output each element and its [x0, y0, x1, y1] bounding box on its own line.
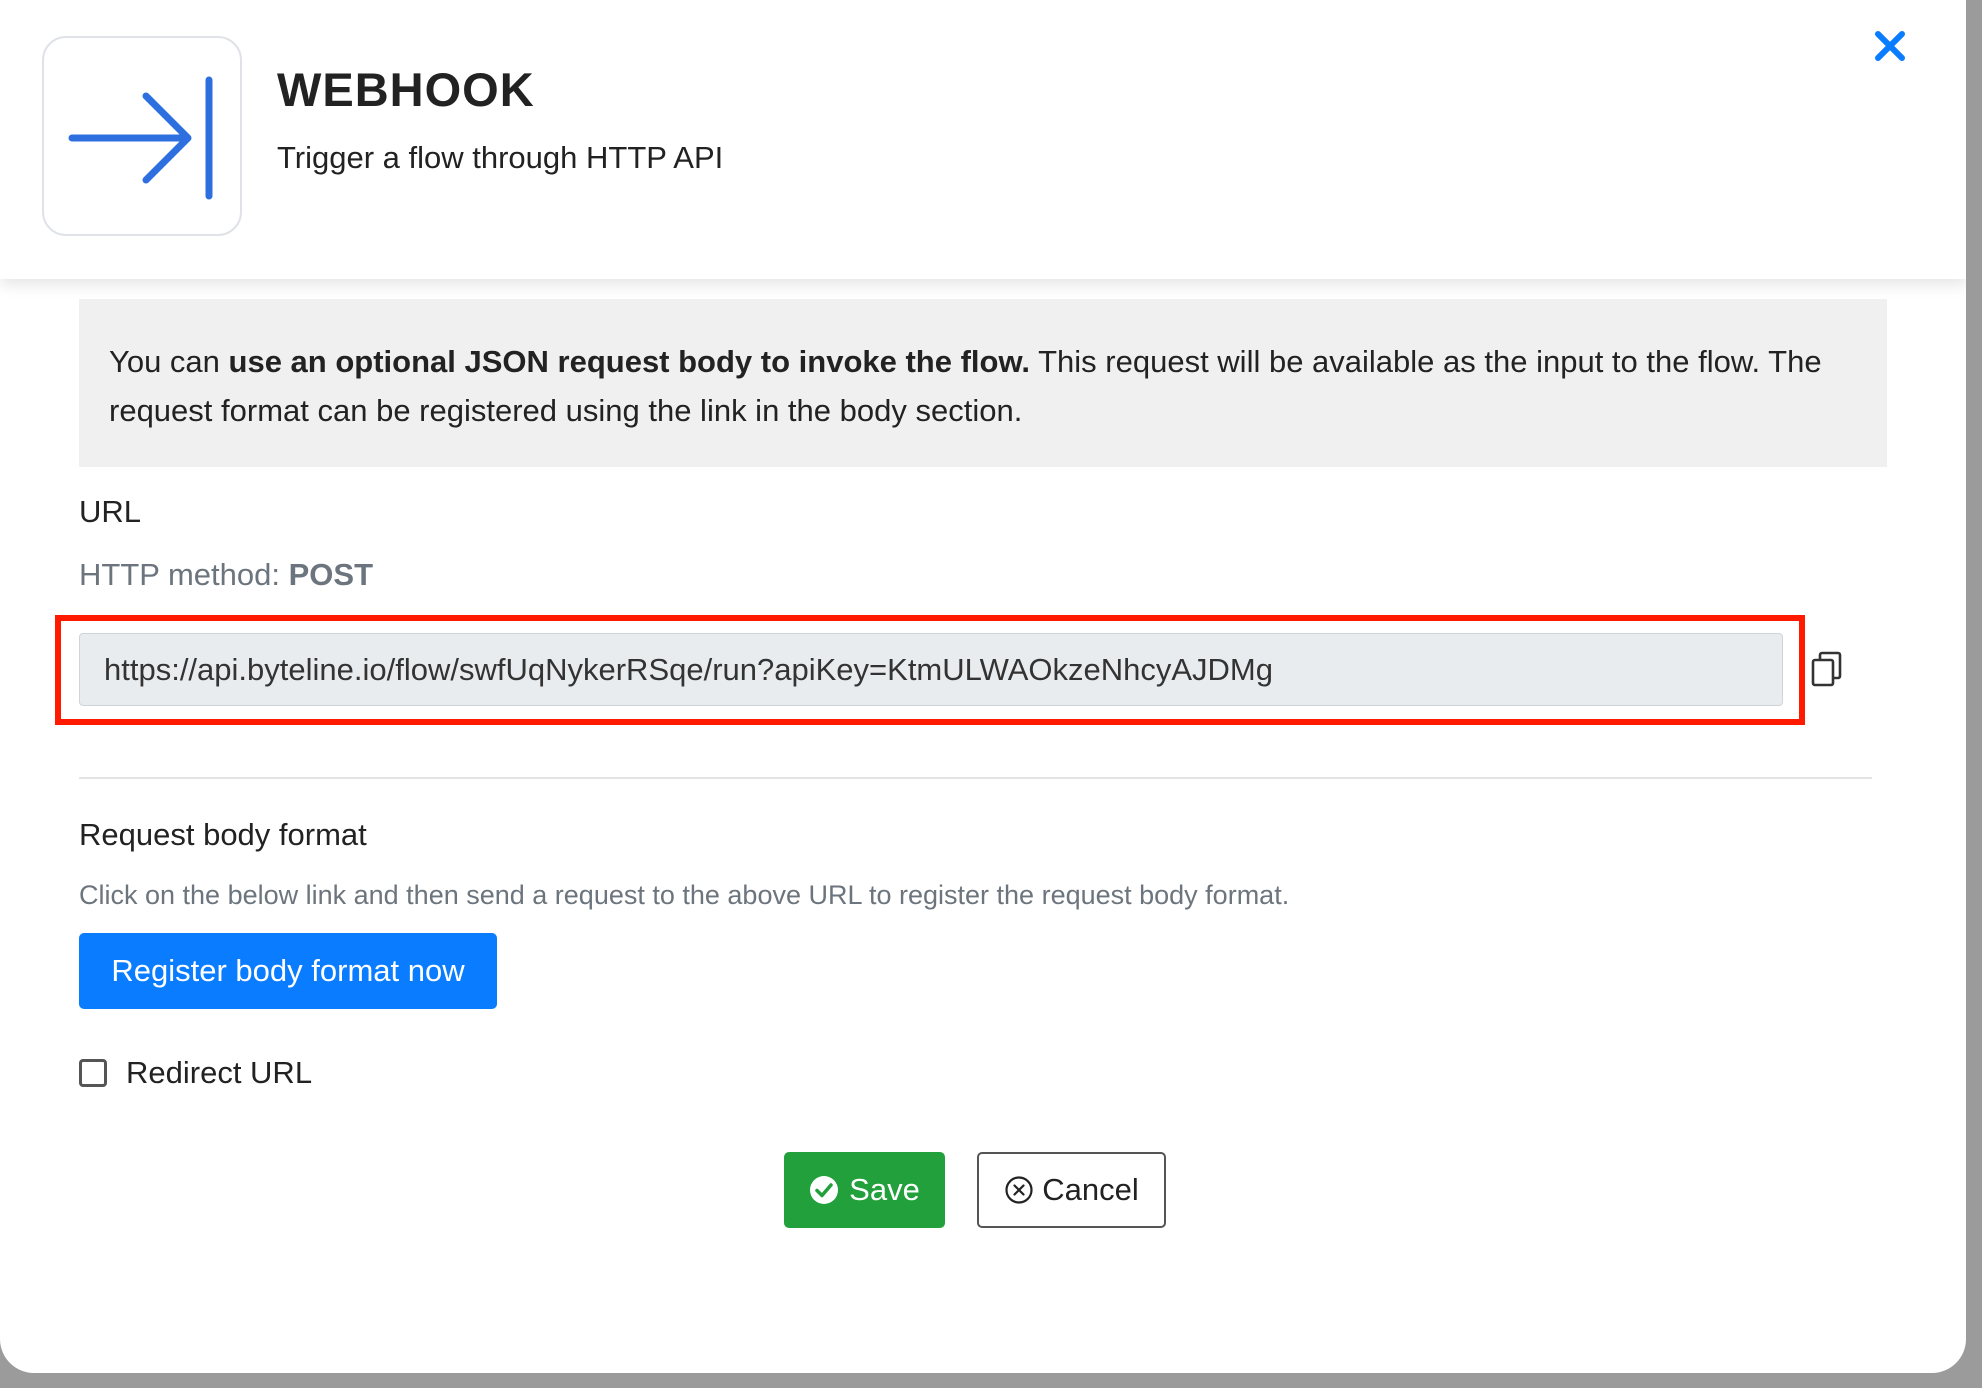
save-button[interactable]: Save — [784, 1152, 945, 1228]
http-method-value: POST — [288, 557, 374, 592]
http-method-prefix: HTTP method: — [79, 557, 289, 592]
webhook-logo — [42, 36, 242, 236]
arrow-right-to-bar-icon — [68, 76, 213, 200]
redirect-url-label: Redirect URL — [126, 1055, 313, 1090]
cancel-label: Cancel — [1042, 1172, 1139, 1207]
save-label: Save — [849, 1172, 920, 1207]
close-icon — [1875, 31, 1905, 61]
webhook-url-field[interactable] — [79, 633, 1783, 706]
modal-title: WEBHOOK — [277, 63, 535, 116]
cancel-button[interactable]: Cancel — [977, 1152, 1166, 1228]
info-text-bold: use an optional JSON request body to inv… — [228, 344, 1031, 379]
modal-header: WEBHOOK Trigger a flow through HTTP API — [0, 0, 1966, 279]
copy-url-button[interactable] — [1810, 650, 1844, 688]
close-button[interactable] — [1868, 24, 1912, 68]
request-body-description: Click on the below link and then send a … — [79, 880, 1290, 910]
modal-subtitle: Trigger a flow through HTTP API — [277, 140, 724, 175]
info-notice: You can use an optional JSON request bod… — [79, 299, 1887, 467]
check-circle-icon — [809, 1175, 839, 1205]
redirect-url-checkbox[interactable] — [79, 1059, 107, 1087]
redirect-url-checkbox-row[interactable]: Redirect URL — [79, 1054, 312, 1092]
url-label: URL — [79, 494, 142, 529]
webhook-modal: WEBHOOK Trigger a flow through HTTP API … — [0, 0, 1966, 1373]
request-body-title: Request body format — [79, 817, 367, 852]
http-method-line: HTTP method: POST — [79, 557, 373, 593]
register-body-format-button[interactable]: Register body format now — [79, 933, 497, 1009]
info-text-prefix: You can — [109, 344, 229, 379]
x-circle-icon — [1004, 1175, 1034, 1205]
section-divider — [79, 777, 1872, 779]
copy-icon — [1811, 651, 1842, 687]
